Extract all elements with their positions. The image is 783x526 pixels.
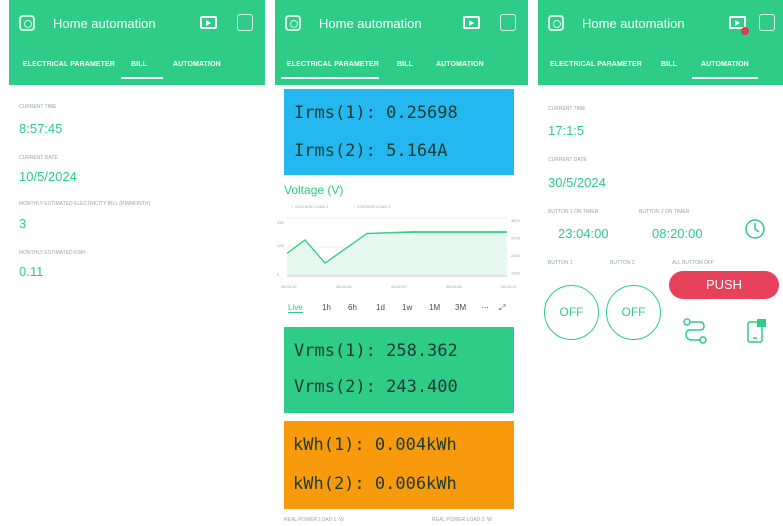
vrms2-text: Vrms(2): 243.400: [294, 377, 458, 397]
more-icon[interactable]: ⋯: [481, 303, 489, 312]
range-live[interactable]: Live: [288, 303, 303, 313]
bill-label: MONTHLY ESTIMATED ELECTRICITY BILL (RM/M…: [19, 201, 151, 207]
run-icon[interactable]: [200, 16, 217, 29]
x-tick-label: 08:42:42: [281, 284, 297, 289]
y-tick-left: 250: [277, 220, 284, 225]
run-icon[interactable]: [463, 16, 480, 29]
tab-electrical-parameter[interactable]: ELECTRICAL PARAMETER: [550, 61, 642, 68]
push-button[interactable]: PUSH: [669, 271, 779, 299]
tab-bill[interactable]: BILL: [397, 61, 413, 68]
power1-label: REAL POWER LOAD 1: W: [284, 517, 344, 523]
button2-toggle[interactable]: OFF: [606, 285, 661, 340]
x-tick-label: 08:42:57: [391, 284, 407, 289]
vrms-display: Vrms(1): 258.362 Vrms(2): 243.400: [284, 327, 514, 413]
kwh-value: 0.11: [19, 264, 44, 279]
expand-icon[interactable]: ⤢: [499, 303, 505, 313]
app-title: Home automation: [319, 16, 422, 31]
range-1h[interactable]: 1h: [322, 303, 331, 312]
y-tick-left: 125: [277, 243, 284, 248]
button2-label: BUTTON 2: [610, 260, 635, 266]
all-off-label: ALL BUTTON OFF: [672, 260, 714, 266]
current-date-value: 10/5/2024: [19, 169, 77, 184]
clock-icon[interactable]: [744, 218, 766, 240]
bill-value: 3: [19, 216, 27, 231]
x-tick-label: 08:43:12: [501, 284, 517, 289]
legend-load1: ⟋ VOLTAGE LOAD 1: [291, 204, 329, 209]
active-tab-indicator: [281, 77, 379, 79]
back-icon[interactable]: [285, 15, 301, 31]
button1-toggle[interactable]: OFF: [544, 285, 599, 340]
active-tab-indicator: [692, 77, 758, 79]
kwh-display: kWh(1): 0.004kWh kWh(2): 0.006kWh: [284, 421, 514, 509]
tab-bar: ELECTRICAL PARAMETER BILL AUTOMATION: [275, 50, 528, 85]
series-area: [287, 232, 507, 276]
irms1-text: Irms(1): 0.25698: [294, 103, 458, 123]
route-icon[interactable]: [682, 317, 708, 345]
tab-bar: ELECTRICAL PARAMETER BILL AUTOMATION: [538, 50, 783, 85]
current-time-value: 8:57:45: [19, 121, 63, 136]
tab-automation[interactable]: AUTOMATION: [436, 61, 484, 68]
y-tick-right: 1262: [511, 271, 521, 276]
legend-load1-label: VOLTAGE LOAD 1: [294, 204, 329, 209]
current-date-label: CURRENT DATE: [548, 157, 587, 163]
timer1-label: BUTTON 1 ON TIMER: [548, 209, 599, 215]
app-bar: Home automation: [9, 0, 265, 50]
app-title: Home automation: [53, 16, 156, 31]
voltage-chart[interactable]: 250 125 0 4870 3705 2435 1262 08:42:42 08:42:48 0…: [275, 212, 528, 292]
y-tick-right: 4870: [511, 218, 521, 223]
settings-square-icon[interactable]: [237, 14, 253, 31]
current-date-label: CURRENT DATE: [19, 155, 58, 161]
notification-badge: [741, 27, 749, 35]
app-bar: Home automation: [538, 0, 783, 50]
tab-bill[interactable]: BILL: [661, 61, 677, 68]
kwh1-text: kWh(1): 0.004kWh: [293, 435, 457, 455]
tab-automation[interactable]: AUTOMATION: [701, 61, 749, 68]
button1-label: BUTTON 1: [548, 260, 573, 266]
range-1m[interactable]: 1M: [429, 303, 440, 312]
bill-screen: Home automation ELECTRICAL PARAMETER BIL…: [9, 0, 265, 526]
range-3m[interactable]: 3M: [455, 303, 466, 312]
x-tick-label: 08:43:06: [446, 284, 462, 289]
current-time-label: CURRENT TIME: [548, 106, 586, 112]
active-tab-indicator: [121, 77, 163, 79]
irms-display: Irms(1): 0.25698 Irms(2): 5.164A: [284, 89, 514, 175]
range-1w[interactable]: 1w: [402, 303, 412, 312]
settings-square-icon[interactable]: [759, 14, 775, 31]
y-tick-right: 3705: [511, 236, 521, 241]
power2-label: REAL POWER LOAD 2: W: [432, 517, 492, 523]
kwh-label: MONTHLY ESTIMATED KWH: [19, 250, 86, 256]
y-tick-right: 2435: [511, 253, 521, 258]
range-6h[interactable]: 6h: [348, 303, 357, 312]
app-bar: Home automation: [275, 0, 528, 50]
device-icon[interactable]: [746, 318, 768, 344]
tab-bar: ELECTRICAL PARAMETER BILL AUTOMATION: [9, 50, 265, 85]
vrms1-text: Vrms(1): 258.362: [294, 341, 458, 361]
tab-electrical-parameter[interactable]: ELECTRICAL PARAMETER: [23, 61, 115, 68]
current-time-value: 17:1:5: [548, 123, 585, 138]
tab-bill[interactable]: BILL: [131, 61, 147, 68]
timer2-value[interactable]: 08:20:00: [652, 226, 703, 241]
back-icon[interactable]: [19, 15, 35, 31]
tab-electrical-parameter[interactable]: ELECTRICAL PARAMETER: [287, 61, 379, 68]
y-tick-left: 0: [277, 272, 280, 277]
app-title: Home automation: [582, 16, 685, 31]
settings-square-icon[interactable]: [500, 14, 516, 31]
electrical-parameter-screen: Home automation ELECTRICAL PARAMETER BIL…: [275, 0, 528, 526]
automation-screen: Home automation ELECTRICAL PARAMETER BIL…: [538, 0, 783, 526]
legend-load2: ⟋ VOLTAGE LOAD 2: [353, 204, 391, 209]
current-time-label: CURRENT TIME: [19, 104, 57, 110]
legend-load2-label: VOLTAGE LOAD 2: [356, 204, 391, 209]
timer2-label: BUTTON 2 ON TIMER: [639, 209, 690, 215]
x-tick-label: 08:42:48: [336, 284, 352, 289]
current-date-value: 30/5/2024: [548, 175, 606, 190]
range-1d[interactable]: 1d: [376, 303, 385, 312]
kwh2-text: kWh(2): 0.006kWh: [293, 474, 457, 494]
irms2-text: Irms(2): 5.164A: [294, 141, 448, 161]
chart-title: Voltage (V): [284, 183, 344, 197]
tab-automation[interactable]: AUTOMATION: [173, 61, 221, 68]
back-icon[interactable]: [548, 15, 564, 31]
timer1-value[interactable]: 23:04:00: [558, 226, 609, 241]
